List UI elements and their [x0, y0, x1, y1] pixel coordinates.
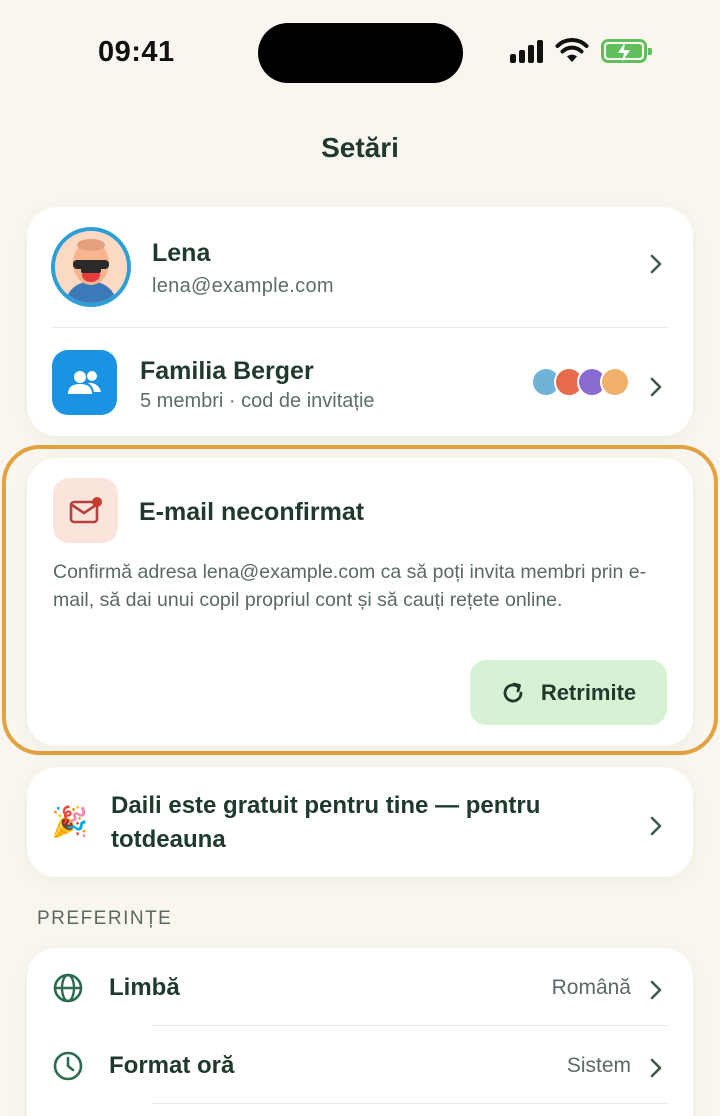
- preferences-card: Limbă Română Format oră Sistem: [27, 948, 693, 1116]
- family-subtitle: 5 membri · cod de invitație: [140, 390, 375, 412]
- globe-icon: [52, 972, 84, 1009]
- status-icons: [510, 38, 652, 64]
- wifi-icon: [555, 38, 589, 62]
- preference-row-language[interactable]: Limbă Română: [27, 948, 693, 1026]
- status-bar: 09:41: [0, 0, 720, 100]
- preference-value: Sistem: [566, 1054, 631, 1077]
- chevron-right-icon: [649, 975, 663, 1009]
- avatar: [51, 227, 131, 307]
- family-member-avatars: [531, 367, 630, 397]
- page-title: Setări: [321, 132, 399, 163]
- chevron-right-icon: [649, 249, 663, 283]
- preference-label: Format oră: [109, 1052, 235, 1079]
- email-warning-description: Confirmă adresa lena@example.com ca să p…: [53, 561, 647, 611]
- chevron-right-icon: [649, 811, 663, 845]
- account-card: Lena lena@example.com Familia Berger 5 m…: [27, 207, 693, 436]
- email-warning-title: E-mail neconfirmat: [139, 498, 365, 526]
- promo-text: Daili este gratuit pentru tine — pentru …: [111, 792, 541, 853]
- profile-row[interactable]: Lena lena@example.com: [27, 207, 693, 327]
- family-row[interactable]: Familia Berger 5 membri · cod de invitaț…: [27, 328, 693, 436]
- battery-charging-icon: [601, 39, 652, 63]
- chevron-right-icon: [649, 1053, 663, 1087]
- family-name: Familia Berger: [140, 357, 314, 385]
- family-group-icon: [52, 350, 117, 415]
- party-popper-icon: 🎉: [51, 806, 89, 839]
- mail-notification-icon: [53, 478, 118, 543]
- cellular-signal-icon: [510, 39, 543, 63]
- preference-label: Limbă: [109, 974, 180, 1001]
- free-promo-card[interactable]: 🎉 Daili este gratuit pentru tine — pentr…: [27, 767, 693, 877]
- clock-icon: [52, 1050, 84, 1087]
- status-time: 09:41: [98, 36, 175, 68]
- chevron-right-icon: [649, 372, 663, 406]
- divider: [152, 1103, 668, 1104]
- dynamic-island: [258, 23, 463, 83]
- refresh-icon: [503, 682, 523, 702]
- resend-button[interactable]: Retrimite: [470, 660, 667, 725]
- email-warning-card: E-mail neconfirmat Confirmă adresa lena@…: [27, 458, 693, 746]
- section-label-preferences: PREFERINȚE: [37, 908, 173, 929]
- user-name: Lena: [152, 239, 211, 267]
- preference-value: Română: [551, 976, 631, 999]
- preference-row-time-format[interactable]: Format oră Sistem: [27, 1026, 693, 1104]
- avatar: [600, 367, 630, 397]
- user-email: lena@example.com: [152, 275, 334, 297]
- resend-label: Retrimite: [540, 679, 637, 705]
